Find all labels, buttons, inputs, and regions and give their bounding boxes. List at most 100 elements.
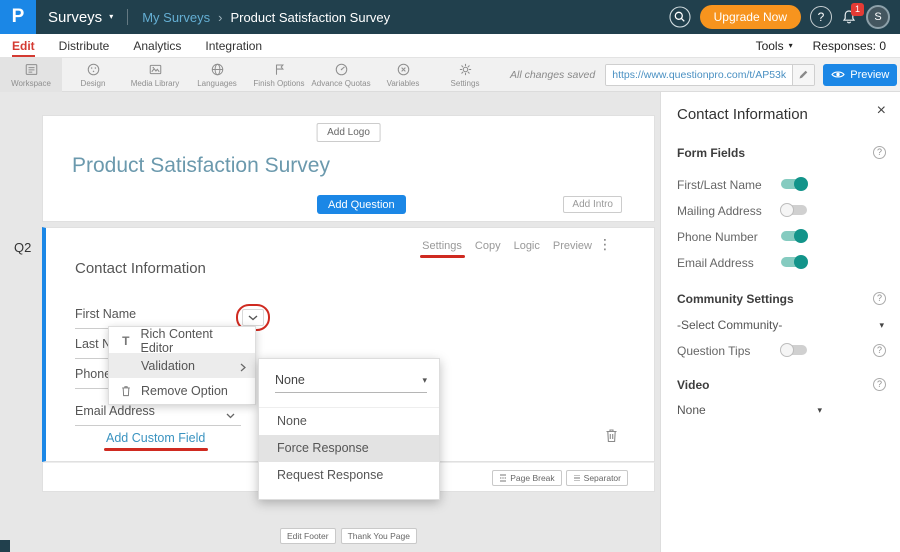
separator-icon <box>573 474 581 482</box>
edit-url-button[interactable] <box>792 65 814 85</box>
menu-item-rich-content-editor[interactable]: T Rich Content Editor <box>109 328 255 353</box>
chevron-down-icon <box>226 408 235 422</box>
survey-url-box <box>605 64 815 86</box>
header-actions: Upgrade Now ? 1 S <box>669 5 900 29</box>
thank-you-page-button[interactable]: Thank You Page <box>341 528 417 544</box>
questionpro-logo[interactable]: P <box>0 0 36 34</box>
toolbar-item-label: Advance Quotas <box>311 79 370 88</box>
preview-button[interactable]: Preview <box>823 64 897 86</box>
form-fields-help-button[interactable]: ? <box>873 146 886 159</box>
surveys-menu[interactable]: Surveys ▾ <box>48 9 113 26</box>
survey-title[interactable]: Product Satisfaction Survey <box>72 154 330 178</box>
footer-buttons: Edit Footer Thank You Page <box>42 528 655 544</box>
close-panel-button[interactable]: × <box>877 103 886 119</box>
toggle-label-mailing-address: Mailing Address <box>677 204 762 218</box>
breadcrumb: My Surveys › Product Satisfaction Survey <box>142 10 390 25</box>
help-button[interactable]: ? <box>810 6 832 28</box>
advance-quotas-icon <box>334 62 349 77</box>
search-button[interactable] <box>669 6 691 28</box>
notifications-button[interactable]: 1 <box>841 9 857 25</box>
delete-question-button[interactable] <box>605 428 618 446</box>
nav-tabs: Edit Distribute Analytics Integration <box>12 34 262 57</box>
separator-label: Separator <box>584 473 621 483</box>
tools-label: Tools <box>756 39 784 53</box>
toggle-email-address[interactable] <box>781 257 807 267</box>
survey-header-card: Add Logo Product Satisfaction Survey Add… <box>42 115 655 222</box>
community-select[interactable]: -Select Community- ▾ <box>677 318 884 332</box>
survey-url-input[interactable] <box>606 65 792 85</box>
tab-integration[interactable]: Integration <box>205 34 262 57</box>
toolbar-item-advance-quotas[interactable]: Advance Quotas <box>310 58 372 92</box>
separator-button[interactable]: Separator <box>566 470 628 486</box>
trash-icon <box>119 385 133 397</box>
menu-item-validation[interactable]: Validation <box>109 353 255 378</box>
add-intro-button[interactable]: Add Intro <box>563 196 622 213</box>
validation-option-none[interactable]: None <box>259 408 439 435</box>
upgrade-now-button[interactable]: Upgrade Now <box>700 5 801 29</box>
toggle-label-first-last-name: First/Last Name <box>677 178 762 192</box>
toggle-knob <box>794 229 808 243</box>
question-tips-help-button[interactable]: ? <box>873 344 886 357</box>
toolbar-item-label: Settings <box>451 79 480 88</box>
add-logo-button[interactable]: Add Logo <box>316 123 381 142</box>
menu-item-remove-option[interactable]: Remove Option <box>109 378 255 403</box>
caret-down-icon: ▾ <box>422 376 427 385</box>
validation-option-request-response[interactable]: Request Response <box>259 462 439 489</box>
form-field-email-address[interactable]: Email Address <box>75 404 241 426</box>
toggle-label-question-tips: Question Tips <box>677 344 750 358</box>
toggle-question-tips[interactable] <box>781 345 807 355</box>
video-select[interactable]: None ▾ <box>677 403 822 417</box>
toggle-phone-number[interactable] <box>781 231 807 241</box>
breadcrumb-current-survey: Product Satisfaction Survey <box>230 10 390 25</box>
eye-icon <box>831 70 845 79</box>
question-action-settings[interactable]: Settings <box>422 240 462 252</box>
annotation-underline-custom-field <box>104 448 208 451</box>
toolbar-item-workspace[interactable]: Workspace <box>0 58 62 92</box>
surveys-menu-label: Surveys <box>48 9 102 26</box>
toolbar-item-design[interactable]: Design <box>62 58 124 92</box>
toolbar-item-settings[interactable]: Settings <box>434 58 496 92</box>
add-custom-field-label: Add Custom Field <box>106 431 205 445</box>
validation-option-force-response[interactable]: Force Response <box>259 435 439 462</box>
add-question-button[interactable]: Add Question <box>317 195 406 214</box>
toolbar-item-media-library[interactable]: Media Library <box>124 58 186 92</box>
question-actions: Settings Copy Logic Preview <box>422 240 592 252</box>
community-settings-heading: Community Settings <box>677 292 794 306</box>
question-action-logic[interactable]: Logic <box>514 240 540 252</box>
toolbar-item-variables[interactable]: Variables <box>372 58 434 92</box>
toggle-label-email-address: Email Address <box>677 256 754 270</box>
breadcrumb-my-surveys[interactable]: My Surveys <box>142 10 210 25</box>
tab-distribute[interactable]: Distribute <box>59 34 110 57</box>
question-action-copy[interactable]: Copy <box>475 240 501 252</box>
community-help-button[interactable]: ? <box>873 292 886 305</box>
page-break-button[interactable]: Page Break <box>492 470 561 486</box>
header-divider <box>127 9 128 25</box>
toolbar-item-label: Design <box>81 79 106 88</box>
search-icon <box>669 6 691 28</box>
validation-select[interactable]: None ▾ <box>275 368 427 393</box>
toggle-knob <box>794 255 808 269</box>
video-help-button[interactable]: ? <box>873 378 886 391</box>
toolbar-item-finish-options[interactable]: Finish Options <box>248 58 310 92</box>
caret-down-icon: ▾ <box>817 406 822 415</box>
video-heading: Video <box>677 378 709 392</box>
question-overflow-menu[interactable]: ⋮ <box>598 237 612 251</box>
question-title[interactable]: Contact Information <box>75 260 206 277</box>
caret-down-icon: ▾ <box>879 321 884 330</box>
tools-menu[interactable]: Tools ▾ <box>756 39 793 53</box>
tab-edit[interactable]: Edit <box>12 34 35 57</box>
question-action-preview[interactable]: Preview <box>553 240 592 252</box>
survey-nav: Edit Distribute Analytics Integration To… <box>0 34 900 58</box>
toolbar-item-label: Finish Options <box>253 79 304 88</box>
toggle-mailing-address[interactable] <box>781 205 807 215</box>
toolbar-item-label: Workspace <box>11 79 51 88</box>
question-number: Q2 <box>14 240 31 255</box>
toolbar-item-languages[interactable]: Languages <box>186 58 248 92</box>
user-avatar[interactable]: S <box>866 5 890 29</box>
edit-footer-button[interactable]: Edit Footer <box>280 528 336 544</box>
toggle-first-last-name[interactable] <box>781 179 807 189</box>
add-custom-field-link[interactable]: Add Custom Field <box>106 431 205 445</box>
field-label: Email Address <box>75 404 155 418</box>
design-icon <box>86 62 101 77</box>
tab-analytics[interactable]: Analytics <box>133 34 181 57</box>
